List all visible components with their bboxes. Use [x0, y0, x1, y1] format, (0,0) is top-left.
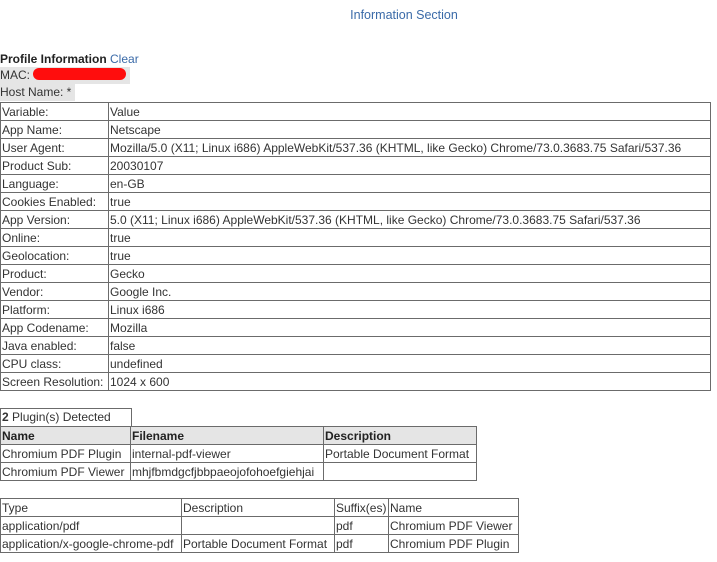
mime-types-table: Type Description Suffix(es) Name applica…	[0, 498, 519, 553]
host-label: Host Name: *	[0, 85, 72, 99]
mac-line: MAC:	[0, 67, 131, 84]
property-value: undefined	[108, 354, 711, 373]
mime-plugin-name: Chromium PDF Viewer	[388, 516, 519, 535]
plugin-filename: mhjfbmdgcfjbbpaeojofohoefgiehjai	[130, 462, 324, 481]
property-value: true	[108, 192, 711, 211]
property-key: Variable:	[0, 102, 109, 121]
table-row: Product Sub: 20030107	[0, 156, 711, 175]
property-value: Value	[108, 102, 711, 121]
column-header-name: Name	[0, 426, 131, 445]
property-key: App Name:	[0, 120, 109, 139]
property-key: User Agent:	[0, 138, 109, 157]
table-row: Platform: Linux i686	[0, 300, 711, 319]
table-row: Language: en-GB	[0, 174, 711, 193]
plugin-count: 2	[2, 410, 9, 424]
property-value: Linux i686	[108, 300, 711, 319]
table-row: Variable: Value	[0, 102, 711, 121]
column-header-description: Description	[181, 498, 335, 517]
mime-type: application/pdf	[0, 516, 182, 535]
plugin-description: Portable Document Format	[323, 444, 477, 463]
table-row: application/pdf pdf Chromium PDF Viewer	[0, 516, 519, 535]
plugins-table: Name Filename Description Chromium PDF P…	[0, 426, 477, 481]
mime-suffix: pdf	[334, 516, 389, 535]
profile-header: Profile Information Clear	[0, 52, 139, 67]
column-header-name: Name	[388, 498, 519, 517]
plugin-name: Chromium PDF Viewer	[0, 462, 131, 481]
mime-plugin-name: Chromium PDF Plugin	[388, 534, 519, 553]
mac-label: MAC:	[0, 68, 30, 82]
properties-table: Variable: Value App Name: Netscape User Ag…	[0, 102, 711, 391]
table-row: application/x-google-chrome-pdf Portable…	[0, 534, 519, 553]
mime-suffix: pdf	[334, 534, 389, 553]
profile-title: Profile Information	[0, 52, 107, 66]
table-row: Java enabled: false	[0, 336, 711, 355]
property-value: Netscape	[108, 120, 711, 139]
mime-description: Portable Document Format	[181, 534, 335, 553]
property-key: Geolocation:	[0, 246, 109, 265]
property-value: en-GB	[108, 174, 711, 193]
property-value: Mozilla	[108, 318, 711, 337]
column-header-type: Type	[0, 498, 182, 517]
property-value: true	[108, 228, 711, 247]
redaction-mark	[33, 68, 127, 80]
property-value: true	[108, 246, 711, 265]
column-header-filename: Filename	[130, 426, 324, 445]
column-header-suffix: Suffix(es)	[334, 498, 389, 517]
table-header-row: Name Filename Description	[0, 426, 477, 445]
property-key: Java enabled:	[0, 336, 109, 355]
property-value: 20030107	[108, 156, 711, 175]
property-key: Screen Resolution:	[0, 372, 109, 391]
mime-type: application/x-google-chrome-pdf	[0, 534, 182, 553]
section-title: Information Section	[350, 8, 458, 22]
table-row: Product: Gecko	[0, 264, 711, 283]
host-line: Host Name: *	[0, 84, 76, 101]
table-row: Vendor: Google Inc.	[0, 282, 711, 301]
property-key: Language:	[0, 174, 109, 193]
table-row: Chromium PDF Plugin internal-pdf-viewer …	[0, 444, 477, 463]
property-key: Product Sub:	[0, 156, 109, 175]
table-row: Online: true	[0, 228, 711, 247]
column-header-description: Description	[323, 426, 477, 445]
table-row: Geolocation: true	[0, 246, 711, 265]
table-row: App Name: Netscape	[0, 120, 711, 139]
property-key: Cookies Enabled:	[0, 192, 109, 211]
property-value: 1024 x 600	[108, 372, 711, 391]
property-value: Mozilla/5.0 (X11; Linux i686) AppleWebKi…	[108, 138, 711, 157]
property-key: Product:	[0, 264, 109, 283]
clear-link[interactable]: Clear	[110, 52, 139, 66]
table-row: Chromium PDF Viewer mhjfbmdgcfjbbpaeojof…	[0, 462, 477, 481]
property-key: App Codename:	[0, 318, 109, 337]
table-row: App Version: 5.0 (X11; Linux i686) AppleW…	[0, 210, 711, 229]
property-key: App Version:	[0, 210, 109, 229]
table-row: Screen Resolution: 1024 x 600	[0, 372, 711, 391]
property-value: Google Inc.	[108, 282, 711, 301]
property-key: CPU class:	[0, 354, 109, 373]
property-value: 5.0 (X11; Linux i686) AppleWebKit/537.36…	[108, 210, 711, 229]
table-row: App Codename: Mozilla	[0, 318, 711, 337]
mime-description	[181, 516, 335, 535]
plugin-description	[323, 462, 477, 481]
property-value: Gecko	[108, 264, 711, 283]
property-key: Online:	[0, 228, 109, 247]
property-key: Vendor:	[0, 282, 109, 301]
table-row: CPU class: undefined	[0, 354, 711, 373]
plugin-filename: internal-pdf-viewer	[130, 444, 324, 463]
table-header-row: Type Description Suffix(es) Name	[0, 498, 519, 517]
plugin-count-caption: 2 Plugin(s) Detected	[0, 408, 132, 426]
plugin-name: Chromium PDF Plugin	[0, 444, 131, 463]
property-value: false	[108, 336, 711, 355]
table-row: User Agent: Mozilla/5.0 (X11; Linux i686)…	[0, 138, 711, 157]
table-row: Cookies Enabled: true	[0, 192, 711, 211]
property-key: Platform:	[0, 300, 109, 319]
plugin-count-label: Plugin(s) Detected	[8, 410, 111, 424]
